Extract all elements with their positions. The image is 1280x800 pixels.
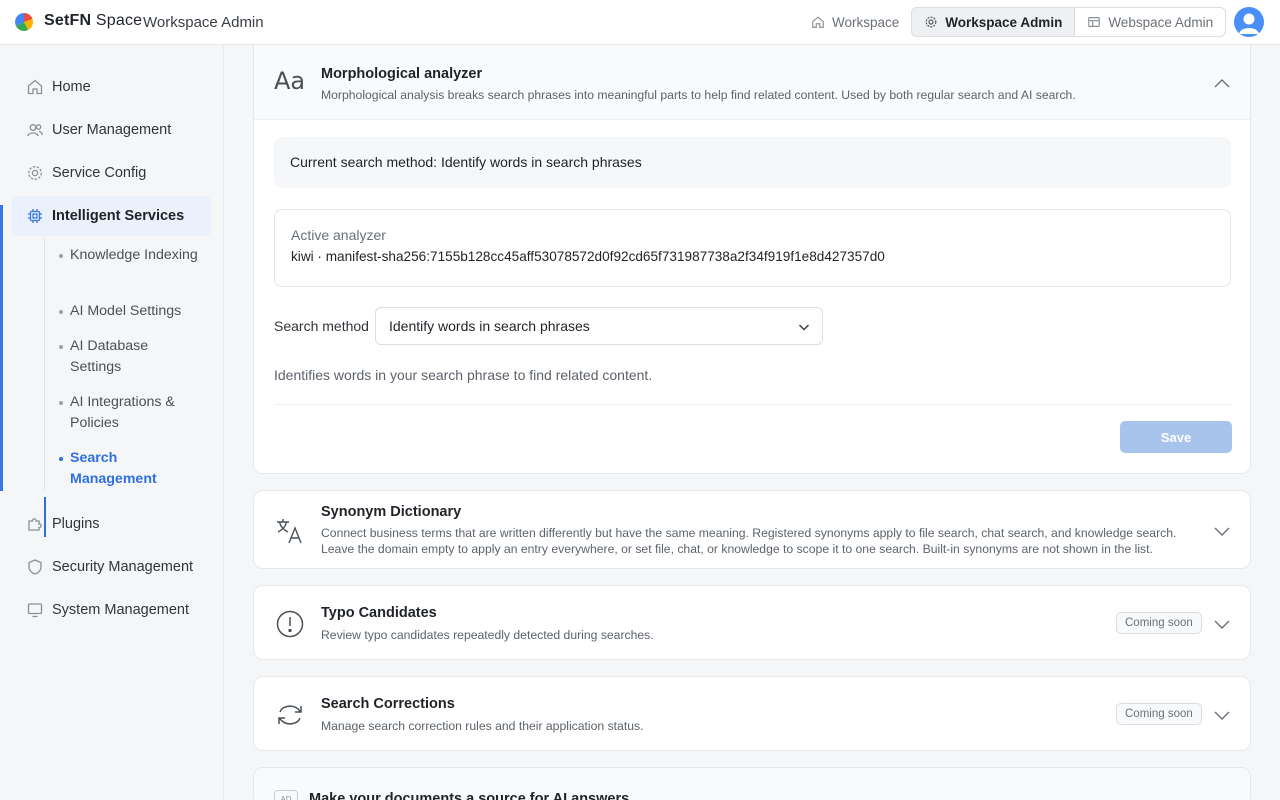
sidebar-item-home[interactable]: Home [12, 67, 211, 107]
card-description: Review typo candidates repeatedly detect… [321, 628, 654, 642]
card-title: Make your documents a source for AI answ… [309, 791, 630, 800]
morph-analyzer-card: Aa Morphological analyzer Morphological … [253, 45, 1251, 474]
search-corrections-card[interactable]: Search Corrections Manage search correct… [253, 676, 1251, 751]
sidebar-item-service-config[interactable]: Service Config [12, 153, 211, 193]
coming-soon-badge: Coming soon [1116, 703, 1202, 725]
font-icon: Aa [274, 67, 306, 95]
chevron-up-icon[interactable] [1213, 75, 1231, 93]
sidebar-subitem-search-management[interactable]: Search Management [59, 448, 200, 490]
puzzle-icon [28, 518, 42, 531]
alert-circle-icon [276, 610, 304, 638]
sidebar-item-user-management[interactable]: User Management [12, 110, 211, 150]
chevron-down-icon[interactable] [1213, 522, 1231, 540]
tab-webspace-admin[interactable]: Webspace Admin [1075, 7, 1227, 37]
divider [274, 404, 1231, 405]
card-description: Connect business terms that are written … [321, 526, 1177, 556]
top-header: SetFN Space Workspace Admin Workspace Wo… [0, 0, 1280, 45]
current-method-info: Current search method: Identify words in… [274, 137, 1231, 188]
card-description: Morphological analysis breaks search phr… [321, 88, 1076, 102]
shield-icon [28, 559, 42, 575]
sub-nav-line [44, 237, 45, 490]
card-title: Typo Candidates [321, 605, 437, 621]
bullet-dot [59, 345, 63, 349]
card-header[interactable] [254, 45, 1250, 120]
chip-icon [28, 209, 42, 223]
top-nav-tabs: Workspace Workspace Admin Webspace Admin [799, 7, 1227, 37]
user-avatar[interactable] [1234, 7, 1264, 37]
ai-doc-icon: AD [274, 790, 298, 800]
tab-workspace[interactable]: Workspace [799, 7, 911, 37]
bullet-dot [59, 254, 63, 258]
active-section-indicator [0, 205, 3, 491]
card-title: Morphological analyzer [321, 66, 483, 82]
search-method-help: Identifies words in your search phrase t… [274, 367, 653, 383]
ai-documents-card[interactable]: AD Make your documents a source for AI a… [253, 767, 1251, 800]
home-icon [812, 16, 824, 28]
sidebar: Home User Management Service Config Inte… [0, 45, 224, 800]
gear-icon [28, 166, 42, 180]
gear-icon [925, 16, 937, 28]
sidebar-subitem-ai-integrations-policies[interactable]: AI Integrations & Policies [59, 392, 200, 434]
translate-icon [277, 519, 302, 544]
users-icon [27, 124, 43, 137]
sidebar-item-intelligent-services[interactable]: Intelligent Services [12, 196, 211, 236]
typo-candidates-card[interactable]: Typo Candidates Review typo candidates r… [253, 585, 1251, 660]
card-description: Manage search correction rules and their… [321, 719, 644, 733]
user-icon [1239, 13, 1259, 34]
chevron-down-icon [798, 324, 810, 331]
active-analyzer-value: kiwi · manifest-sha256:7155b128cc45aff53… [291, 249, 885, 264]
brand-name: SetFN Space [44, 12, 143, 29]
bullet-dot [59, 310, 63, 314]
sidebar-subitem-knowledge-indexing[interactable]: Knowledge Indexing [59, 245, 200, 266]
bullet-dot [59, 457, 63, 461]
refresh-icon [278, 705, 302, 725]
header-subtitle: Workspace Admin [143, 14, 264, 31]
tab-workspace-admin[interactable]: Workspace Admin [911, 7, 1076, 37]
chevron-down-icon[interactable] [1213, 706, 1231, 724]
save-button[interactable]: Save [1120, 421, 1232, 453]
monitor-icon [27, 603, 43, 618]
layout-icon [1088, 17, 1101, 27]
sidebar-item-plugins[interactable]: Plugins [12, 504, 211, 544]
card-title: Synonym Dictionary [321, 504, 462, 520]
coming-soon-badge: Coming soon [1116, 612, 1202, 634]
card-title: Search Corrections [321, 696, 455, 712]
sidebar-item-system-management[interactable]: System Management [12, 590, 211, 630]
synonym-dictionary-card[interactable]: Synonym Dictionary Connect business term… [253, 490, 1251, 569]
active-analyzer-label: Active analyzer [291, 227, 386, 243]
active-analyzer-box: Active analyzer kiwi · manifest-sha256:7… [274, 209, 1231, 287]
sidebar-item-security-management[interactable]: Security Management [12, 547, 211, 587]
sidebar-subitem-ai-model-settings[interactable]: AI Model Settings [59, 301, 200, 322]
search-method-label: Search method [274, 318, 369, 334]
home-icon [27, 79, 43, 95]
chevron-down-icon[interactable] [1213, 615, 1231, 633]
search-method-select[interactable]: Identify words in search phrases [375, 307, 823, 345]
sidebar-subitem-ai-database-settings[interactable]: AI Database Settings [59, 336, 200, 378]
logo-icon [15, 13, 33, 31]
bullet-dot [59, 401, 63, 405]
